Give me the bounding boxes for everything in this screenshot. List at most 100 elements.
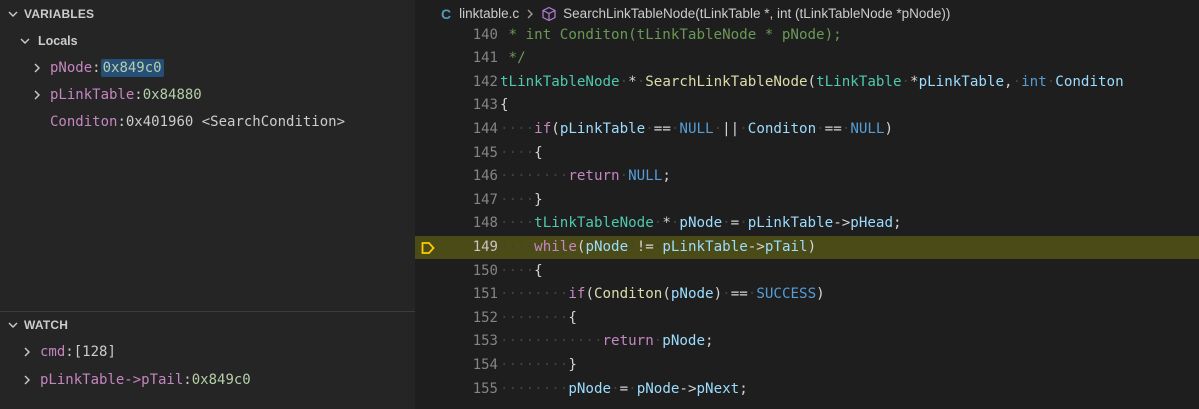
code-line[interactable]: 150 ····{ <box>415 260 1199 284</box>
line-gutter[interactable]: 143 <box>415 94 500 118</box>
code-line[interactable]: 155 ········pNode·=·pNode->pNext; <box>415 378 1199 402</box>
line-number: 146 <box>472 168 498 185</box>
line-gutter[interactable]: 155 <box>415 378 500 402</box>
line-gutter[interactable]: 141 <box>415 47 500 71</box>
code-text: ····} <box>500 191 543 208</box>
variable-row-pnode[interactable]: pNode: 0x849c0 <box>0 54 415 81</box>
variable-name: Conditon <box>50 113 118 130</box>
code-text: * int Conditon(tLinkTableNode * pNode); <box>500 26 842 43</box>
variable-value: 0x84880 <box>142 86 202 103</box>
code-text: { <box>500 97 509 114</box>
line-gutter[interactable]: 147 <box>415 189 500 213</box>
code-line[interactable]: 152 ········{ <box>415 307 1199 331</box>
code-text: tLinkTableNode·*·SearchLinkTableNode(tLi… <box>500 73 1124 90</box>
watch-row-cmd[interactable]: cmd: [128] <box>0 338 415 365</box>
code-text: ········return·NULL; <box>500 168 671 185</box>
line-number: 143 <box>472 97 498 114</box>
code-text: ····while(pNode·!=·pLinkTable->pTail) <box>500 238 817 255</box>
code-text: ····tLinkTableNode·*·pNode·=·pLinkTable-… <box>500 215 902 232</box>
watch-row-ptail[interactable]: pLinkTable->pTail: 0x849c0 <box>0 366 415 393</box>
chevron-down-icon <box>6 318 20 332</box>
debug-sidebar: VARIABLES Locals pNode: 0x849c0 pLinkTab… <box>0 0 415 409</box>
variable-separator: : <box>134 86 143 103</box>
variables-section-header[interactable]: VARIABLES <box>0 0 415 27</box>
watch-separator: : <box>183 371 192 388</box>
line-gutter[interactable]: 144 <box>415 118 500 142</box>
variable-name: pNode <box>50 59 93 76</box>
line-gutter[interactable]: 146 <box>415 165 500 189</box>
variable-separator: : <box>117 113 126 130</box>
chevron-right-icon <box>30 88 44 102</box>
line-gutter[interactable]: 149 <box>415 236 500 260</box>
line-gutter[interactable]: 150 <box>415 260 500 284</box>
line-number: 140 <box>472 26 498 43</box>
line-number: 148 <box>472 215 498 232</box>
code-text: ····if(pLinkTable·==·NULL·||·Conditon·==… <box>500 120 894 137</box>
variable-separator: : <box>92 59 101 76</box>
code-text: ········if(Conditon(pNode)·==·SUCCESS) <box>500 286 825 303</box>
line-gutter[interactable]: 145 <box>415 142 500 166</box>
line-number: 153 <box>472 333 498 350</box>
code-line[interactable]: 143{ <box>415 94 1199 118</box>
chevron-right-icon <box>20 345 34 359</box>
line-gutter[interactable]: 140 <box>415 24 500 48</box>
line-number: 142 <box>472 73 498 90</box>
code-text: ····{ <box>500 144 543 161</box>
chevron-right-icon <box>20 373 34 387</box>
watch-value: [128] <box>73 343 116 360</box>
code-line[interactable]: 145 ····{ <box>415 142 1199 166</box>
line-gutter[interactable]: 152 <box>415 307 500 331</box>
code-line[interactable]: 140 * int Conditon(tLinkTableNode * pNod… <box>415 24 1199 48</box>
line-number: 155 <box>472 380 498 397</box>
breadcrumb-symbol[interactable]: SearchLinkTableNode(tLinkTable *, int (t… <box>563 6 950 21</box>
line-number: 147 <box>472 191 498 208</box>
code-line[interactable]: 149 ····while(pNode·!=·pLinkTable->pTail) <box>415 235 1199 260</box>
chevron-down-icon <box>6 7 20 21</box>
watch-expression: cmd <box>40 343 66 360</box>
code-line[interactable]: 154 ········} <box>415 354 1199 378</box>
code-line[interactable]: 144 ····if(pLinkTable·==·NULL·||·Conditon… <box>415 118 1199 142</box>
code-text: ········{ <box>500 309 577 326</box>
watch-separator: : <box>65 343 74 360</box>
line-gutter[interactable]: 154 <box>415 354 500 378</box>
variable-value: 0x401960 <SearchCondition> <box>125 113 346 130</box>
debug-current-line-arrow-icon <box>421 241 435 254</box>
editor-scrollbar[interactable] <box>1185 27 1199 409</box>
symbol-method-icon <box>541 6 557 22</box>
variable-row-plinktable[interactable]: pLinkTable: 0x84880 <box>0 81 415 108</box>
code-text: ····{ <box>500 262 543 279</box>
code-line[interactable]: 146 ········return·NULL; <box>415 165 1199 189</box>
locals-label: Locals <box>38 33 78 48</box>
variable-name: pLinkTable <box>50 86 135 103</box>
code-line[interactable]: 147 ····} <box>415 189 1199 213</box>
breadcrumb-file[interactable]: linktable.c <box>459 6 519 21</box>
line-gutter[interactable]: 153 <box>415 330 500 354</box>
c-file-icon: C <box>441 5 452 22</box>
watch-value: 0x849c0 <box>191 371 251 388</box>
code-text: */ <box>500 50 526 67</box>
line-number: 141 <box>472 50 498 67</box>
line-gutter[interactable]: 148 <box>415 212 500 236</box>
code-editor[interactable]: C linktable.c SearchLinkTableNode(tLinkT… <box>415 0 1199 409</box>
variable-row-conditon[interactable]: Conditon: 0x401960 <SearchCondition> <box>0 108 415 135</box>
chevron-right-icon <box>30 61 44 75</box>
line-number: 144 <box>472 120 498 137</box>
line-number: 145 <box>472 144 498 161</box>
code-line[interactable]: 153 ············return·pNode; <box>415 330 1199 354</box>
line-number: 150 <box>472 262 498 279</box>
line-gutter[interactable]: 151 <box>415 283 500 307</box>
code-line[interactable]: 148 ····tLinkTableNode·*·pNode·=·pLinkTab… <box>415 212 1199 236</box>
line-number: 149 <box>472 238 498 255</box>
code-text: ········} <box>500 356 577 373</box>
locals-scope[interactable]: Locals <box>0 27 415 54</box>
line-gutter[interactable]: 142 <box>415 71 500 95</box>
line-number: 152 <box>472 309 498 326</box>
code-text: ············return·pNode; <box>500 333 714 350</box>
code-line[interactable]: 142 tLinkTableNode·*·SearchLinkTableNode(… <box>415 71 1199 95</box>
variables-section-title: VARIABLES <box>24 6 95 21</box>
code-line[interactable]: 151 ········if(Conditon(pNode)·==·SUCCESS… <box>415 283 1199 307</box>
watch-section-title: WATCH <box>24 318 69 332</box>
watch-section-header[interactable]: WATCH <box>0 311 415 338</box>
chevron-right-icon <box>525 8 535 20</box>
code-line[interactable]: 141 */ <box>415 47 1199 71</box>
